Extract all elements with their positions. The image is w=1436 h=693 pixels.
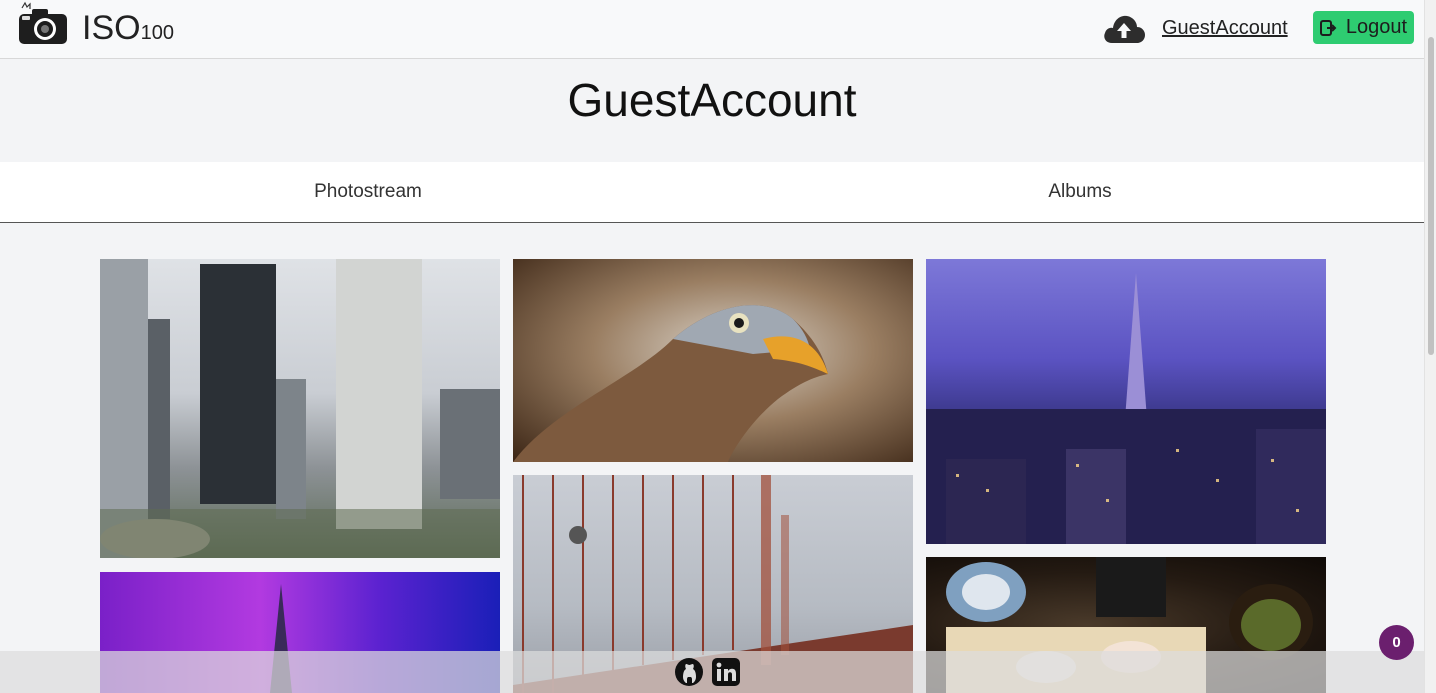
- profile-title: GuestAccount: [567, 74, 857, 126]
- brand-suffix: 100: [140, 22, 174, 44]
- photo-eagle-art: [513, 305, 828, 462]
- sign-out-icon: [1319, 19, 1337, 36]
- linkedin-icon[interactable]: [711, 657, 741, 687]
- notification-badge[interactable]: 0: [1379, 625, 1414, 660]
- brand-name: ISO100: [82, 9, 174, 47]
- photo-city-dusk[interactable]: [926, 259, 1326, 544]
- profile-tabs: Photostream Albums: [0, 162, 1424, 223]
- photo-city-skyscrapers-art: [100, 259, 500, 558]
- footer-bar: [0, 651, 1424, 693]
- tab-albums[interactable]: Albums: [724, 162, 1436, 222]
- tab-photostream[interactable]: Photostream: [12, 162, 724, 222]
- top-navbar: ISO100 GuestAccount Logout: [0, 0, 1424, 59]
- logout-button[interactable]: Logout: [1313, 11, 1414, 44]
- tab-albums-label: Albums: [1048, 181, 1112, 202]
- page-scrollbar[interactable]: [1424, 0, 1436, 693]
- github-icon[interactable]: [674, 657, 704, 687]
- user-profile-link[interactable]: GuestAccount: [1162, 16, 1288, 40]
- photo-city-dusk-art: [926, 273, 1326, 544]
- camera-logo-icon: [19, 1, 67, 44]
- logout-label: Logout: [1345, 16, 1408, 38]
- photo-eagle[interactable]: [513, 259, 913, 462]
- upload-cloud-icon[interactable]: [1102, 11, 1146, 45]
- tab-photostream-label: Photostream: [314, 181, 422, 202]
- photo-city-skyscrapers[interactable]: [100, 259, 500, 558]
- scrollbar-thumb[interactable]: [1428, 37, 1434, 355]
